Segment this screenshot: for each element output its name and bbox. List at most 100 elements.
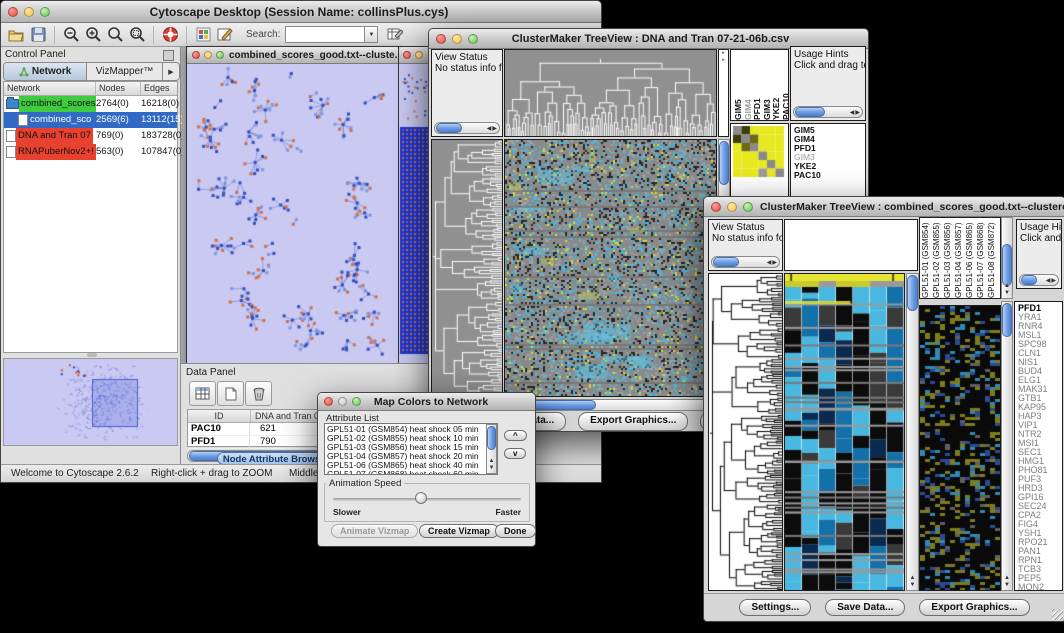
open-folder-icon[interactable] xyxy=(5,24,27,46)
network-canvas-2[interactable] xyxy=(399,64,429,362)
zoom-in-icon[interactable] xyxy=(82,24,104,46)
annotation-icon[interactable] xyxy=(214,24,236,46)
trash-icon[interactable] xyxy=(245,381,272,406)
link-table-icon[interactable] xyxy=(384,24,406,46)
move-up-button[interactable]: ^ xyxy=(504,430,527,441)
tab-vizmapper[interactable]: VizMapper™ xyxy=(87,63,163,80)
col-id[interactable]: ID xyxy=(188,410,251,422)
zoom-button[interactable] xyxy=(468,34,478,44)
attribute-list-item[interactable]: GPL51-07 (GSM868) heat shock 60 min xyxy=(325,470,497,475)
network-overview[interactable] xyxy=(3,358,178,446)
tv1-column-dendrogram[interactable] xyxy=(504,49,717,137)
search-dropdown-arrow[interactable]: ▼ xyxy=(364,26,378,43)
close-button[interactable] xyxy=(192,51,200,59)
tab-network[interactable]: Network xyxy=(4,63,87,80)
close-button[interactable] xyxy=(403,51,411,59)
save-data-button[interactable]: Save Data... xyxy=(825,599,905,616)
tv2-collabel-vscrollbar[interactable]: ▲▼ xyxy=(1001,217,1013,299)
tv1-usage-hscrollbar[interactable]: ◀▶ xyxy=(793,106,863,118)
done-button[interactable]: Done xyxy=(495,524,536,538)
minimize-button[interactable] xyxy=(24,7,34,17)
control-panel-tabs: Network VizMapper™ ▶ xyxy=(3,62,180,81)
tv2-column-labels-pane: GPL51-01 (GSM854)GPL51-02 (GSM855)GPL51-… xyxy=(919,217,1001,299)
move-down-button[interactable]: v xyxy=(504,448,526,459)
attribute-list[interactable]: GPL51-01 (GSM854) heat shock 05 minGPL51… xyxy=(324,423,498,475)
splitter-handle[interactable] xyxy=(87,353,97,357)
tv1-heatmap[interactable] xyxy=(504,139,717,397)
resize-grip[interactable] xyxy=(1052,609,1063,620)
network-table-row[interactable]: DNA and Tran 07769(0)183728(0) xyxy=(4,128,177,144)
tv2-heatmap[interactable] xyxy=(784,273,905,591)
close-button[interactable] xyxy=(324,397,333,406)
tv1-row-label: PAC10 xyxy=(794,171,865,180)
tv2-row-dendrogram[interactable] xyxy=(708,273,783,591)
speed-slider-track[interactable] xyxy=(333,498,521,501)
tv2-status-hscrollbar[interactable]: ◀▶ xyxy=(711,256,780,268)
tv1-row-dendrogram[interactable] xyxy=(431,139,503,397)
close-button[interactable] xyxy=(436,34,446,44)
tv2-zoom-heatmap[interactable] xyxy=(919,305,1001,591)
map-colors-dialog: Map Colors to Network Attribute List GPL… xyxy=(317,392,536,547)
zoom-selected-icon[interactable] xyxy=(126,24,148,46)
tv2-gene-vscrollbar[interactable]: ▲▼ xyxy=(1001,301,1013,591)
vizmapper-grid-icon[interactable] xyxy=(192,24,214,46)
network-canvas[interactable] xyxy=(187,64,397,362)
treeview2-titlebar[interactable]: ClusterMaker TreeView : combined_scores_… xyxy=(704,197,1064,217)
gene-label[interactable]: MON2 xyxy=(1018,583,1062,591)
tv2-heatmap-vscrollbar[interactable]: ▲▼ xyxy=(906,273,919,591)
minimize-button[interactable] xyxy=(727,202,737,212)
search-input[interactable]: ▼ xyxy=(285,26,378,43)
attribute-table-icon[interactable] xyxy=(189,381,216,406)
tv1-status-hscrollbar[interactable]: ◀▶ xyxy=(434,122,500,134)
treeview1-title: ClusterMaker TreeView : DNA and Tran 07-… xyxy=(485,33,816,45)
zoom-fit-icon[interactable] xyxy=(104,24,126,46)
minimize-button[interactable] xyxy=(452,34,462,44)
file-icon xyxy=(18,114,28,126)
minimize-button[interactable] xyxy=(204,51,212,59)
main-titlebar[interactable]: Cytoscape Desktop (Session Name: collins… xyxy=(1,1,601,23)
search-label: Search: xyxy=(246,29,280,40)
col-nodes[interactable]: Nodes xyxy=(96,82,141,95)
create-vizmap-button[interactable]: Create Vizmap xyxy=(419,524,499,538)
network-table-row[interactable]: combined_scores2764(0)16218(0) xyxy=(4,96,177,112)
tv1-column-labels-pane: GIM5GIM4PFD1GIM3YKE2PAC10 xyxy=(730,49,789,121)
zoom-button[interactable] xyxy=(216,51,224,59)
tv2-view-status-pane: View Status No status info for ◀▶ xyxy=(708,219,783,271)
nodes-count: 2764(0) xyxy=(96,96,141,112)
tv1-scroll-strip[interactable]: ▸▸ xyxy=(718,49,729,137)
attribute-list-vscrollbar[interactable]: ▲▼ xyxy=(486,424,497,474)
animate-vizmap-button[interactable]: Animate Vizmap xyxy=(331,524,418,538)
export-graphics-button[interactable]: Export Graphics... xyxy=(919,599,1029,616)
settings-button[interactable]: Settings... xyxy=(739,599,811,616)
tab-overflow-button[interactable]: ▶ xyxy=(163,63,179,80)
tv2-usage-hscrollbar[interactable]: ◀▶ xyxy=(1019,274,1059,286)
nodes-count: 769(0) xyxy=(96,128,141,144)
speed-slider-thumb[interactable] xyxy=(415,492,427,504)
col-edges[interactable]: Edges xyxy=(141,82,177,95)
zoom-button[interactable] xyxy=(743,202,753,212)
network-name: combined_scores xyxy=(19,96,96,112)
minimize-button[interactable] xyxy=(338,397,347,406)
export-graphics-button[interactable]: Export Graphics... xyxy=(578,412,688,431)
save-icon[interactable] xyxy=(27,24,49,46)
zoom-out-icon[interactable] xyxy=(60,24,82,46)
minimize-button[interactable] xyxy=(415,51,423,59)
treeview-window-2: ClusterMaker TreeView : combined_scores_… xyxy=(703,196,1064,622)
network-table-row[interactable]: RNAPuberNov2+!563(0)107847(0) xyxy=(4,144,177,160)
control-panel: Control Panel Network VizMapper™ ▶ Netwo… xyxy=(1,47,181,464)
close-button[interactable] xyxy=(711,202,721,212)
dialog-titlebar[interactable]: Map Colors to Network xyxy=(318,393,535,411)
col-network[interactable]: Network xyxy=(4,82,96,95)
help-lifesaver-icon[interactable] xyxy=(159,24,181,46)
network-window-titlebar[interactable]: combined_scores_good.txt--cluste... xyxy=(187,47,399,64)
zoom-button[interactable] xyxy=(40,7,50,17)
close-button[interactable] xyxy=(8,7,18,17)
tv1-view-status-pane: View Status No status info for ◀▶ xyxy=(431,49,503,137)
new-attribute-icon[interactable] xyxy=(217,381,244,406)
float-panel-icon[interactable] xyxy=(163,50,174,61)
network-list: Network Nodes Edges combined_scores2764(… xyxy=(3,81,178,353)
zoom-button[interactable] xyxy=(352,397,361,406)
network-table-row[interactable]: combined_sco2569(6)13112(15) xyxy=(4,112,177,128)
network-view-window: combined_scores_good.txt--cluste... xyxy=(186,46,400,365)
network-name: RNAPuberNov2+! xyxy=(16,144,96,160)
